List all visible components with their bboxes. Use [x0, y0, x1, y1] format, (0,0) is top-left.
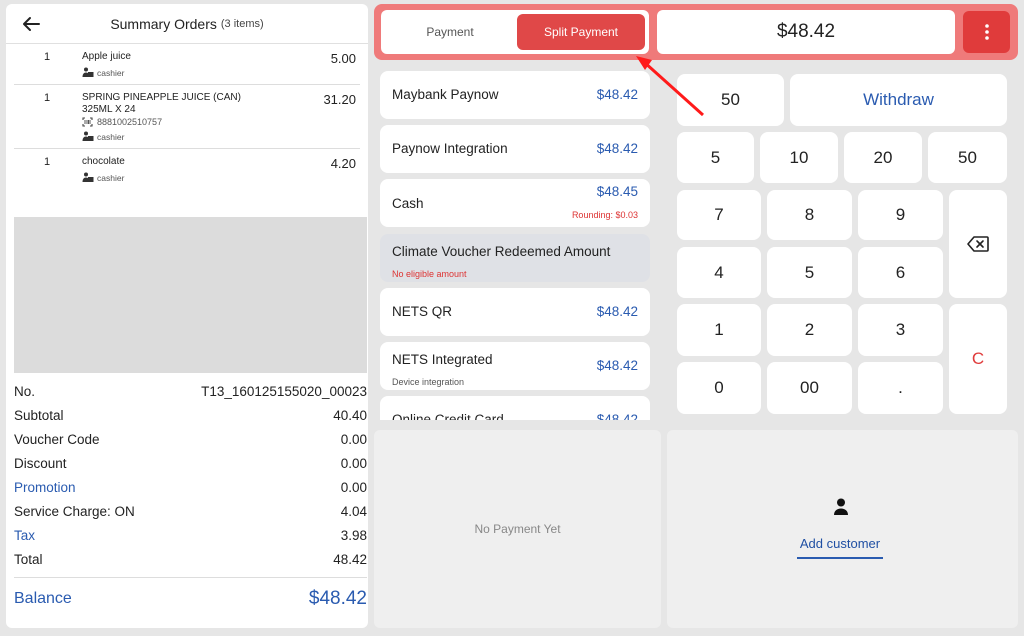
item-price: 4.20 — [330, 156, 356, 171]
payment-method-online-credit-card[interactable]: Online Credit Card $48.42 — [380, 396, 650, 420]
key-3[interactable]: 3 — [858, 304, 943, 356]
balance-value: $48.42 — [308, 588, 367, 609]
order-number-row: No. T13_160125155020_00023 — [14, 383, 367, 399]
total-row: Total 48.42 — [14, 551, 367, 567]
key-8[interactable]: 8 — [767, 190, 852, 240]
item-qty: 1 — [44, 51, 51, 63]
key-0[interactable]: 0 — [677, 362, 761, 414]
promotion-row[interactable]: Promotion 0.00 — [14, 475, 367, 499]
rounding-note: Rounding: $0.03 — [571, 210, 638, 220]
key-9[interactable]: 9 — [858, 190, 943, 240]
key-1[interactable]: 1 — [677, 304, 761, 356]
order-summary-panel: Summary Orders (3 items) 1 Apple juice c… — [6, 4, 368, 628]
withdraw-button[interactable]: Withdraw — [790, 74, 1007, 126]
item-qty: 1 — [44, 156, 51, 168]
more-vertical-icon[interactable] — [963, 11, 1010, 53]
item-count: (3 items) — [220, 17, 264, 30]
no-payment-panel: No Payment Yet — [374, 430, 661, 628]
cashier-icon — [82, 172, 94, 182]
order-items-list: 1 Apple juice cashier 5.00 1 SPRING PINE… — [6, 44, 368, 216]
tab-payment[interactable]: Payment — [385, 14, 515, 50]
payment-method-cash[interactable]: Cash $48.45 Rounding: $0.03 — [380, 179, 650, 227]
payment-method-nets-integrated[interactable]: NETS Integrated $48.42 Device integratio… — [380, 342, 650, 390]
person-icon — [834, 498, 848, 515]
list-item[interactable]: 1 Apple juice cashier 5.00 — [14, 44, 360, 85]
back-arrow-icon[interactable] — [18, 11, 44, 37]
voucher-row: Voucher Code 0.00 — [14, 431, 367, 447]
key-preset-5[interactable]: 5 — [677, 132, 754, 183]
summary-header: Summary Orders (3 items) — [6, 4, 368, 44]
item-price: 5.00 — [330, 51, 356, 66]
item-name: Apple juice — [82, 51, 131, 62]
no-payment-text: No Payment Yet — [474, 522, 561, 536]
payment-method-climate-voucher[interactable]: Climate Voucher Redeemed Amount No eligi… — [380, 234, 650, 282]
tab-split-payment[interactable]: Split Payment — [517, 14, 645, 50]
key-decimal[interactable]: . — [858, 362, 943, 414]
key-preset-10[interactable]: 10 — [760, 132, 838, 183]
item-barcode: 8881002510757 — [82, 117, 300, 127]
payment-method-maybank-paynow[interactable]: Maybank Paynow $48.42 — [380, 71, 650, 119]
key-quick-50[interactable]: 50 — [677, 74, 784, 126]
discount-row: Discount 0.00 — [14, 455, 367, 471]
payment-method-paynow-integration[interactable]: Paynow Integration $48.42 — [380, 125, 650, 173]
item-role: cashier — [82, 131, 300, 142]
add-customer-button[interactable]: Add customer — [797, 536, 883, 559]
item-role: cashier — [82, 172, 300, 183]
key-6[interactable]: 6 — [858, 247, 943, 298]
key-00[interactable]: 00 — [767, 362, 852, 414]
list-item[interactable]: 1 chocolate cashier 4.20 — [14, 149, 360, 189]
key-2[interactable]: 2 — [767, 304, 852, 356]
barcode-icon — [82, 117, 93, 127]
item-name-line2: 325ML X 24 — [82, 104, 136, 115]
keypad: 50 Withdraw 5 10 20 50 7 8 9 4 5 6 1 2 3… — [667, 64, 1018, 422]
customer-panel: Add customer — [667, 430, 1018, 628]
backspace-button[interactable] — [949, 190, 1007, 298]
tax-row[interactable]: Tax 3.98 — [14, 523, 367, 547]
key-preset-20[interactable]: 20 — [844, 132, 922, 183]
amount-display[interactable]: $48.42 — [657, 10, 955, 54]
divider — [14, 577, 367, 578]
payment-method-nets-qr[interactable]: NETS QR $48.42 — [380, 288, 650, 336]
item-qty: 1 — [44, 92, 51, 104]
key-preset-50[interactable]: 50 — [928, 132, 1007, 183]
device-integration-note: Device integration — [392, 377, 465, 387]
promotion-link[interactable]: Promotion — [14, 480, 76, 495]
item-role: cashier — [82, 67, 300, 78]
balance-row: Balance $48.42 — [14, 588, 367, 609]
order-totals: No. T13_160125155020_00023 Subtotal 40.4… — [14, 379, 367, 571]
item-price: 31.20 — [323, 92, 356, 107]
payment-methods-list: Maybank Paynow $48.42 Paynow Integration… — [374, 64, 661, 420]
cashier-icon — [82, 67, 94, 77]
subtotal-row: Subtotal 40.40 — [14, 407, 367, 423]
payment-tabs: Payment Split Payment — [381, 10, 649, 54]
empty-list-area — [14, 217, 367, 373]
key-5[interactable]: 5 — [767, 247, 852, 298]
tax-link[interactable]: Tax — [14, 528, 35, 543]
clear-button[interactable]: C — [949, 304, 1007, 414]
list-item[interactable]: 1 SPRING PINEAPPLE JUICE (CAN) 325ML X 2… — [14, 85, 360, 149]
summary-title: Summary Orders — [110, 15, 217, 32]
payment-topbar: Payment Split Payment $48.42 — [374, 4, 1018, 60]
no-eligible-note: No eligible amount — [392, 269, 467, 279]
item-name: SPRING PINEAPPLE JUICE (CAN) — [82, 92, 241, 103]
key-4[interactable]: 4 — [677, 247, 761, 298]
backspace-icon — [967, 236, 989, 252]
key-7[interactable]: 7 — [677, 190, 761, 240]
order-number: T13_160125155020_00023 — [201, 383, 367, 399]
item-name: chocolate — [82, 156, 125, 167]
cashier-icon — [82, 131, 94, 141]
service-charge-row: Service Charge: ON 4.04 — [14, 503, 367, 519]
